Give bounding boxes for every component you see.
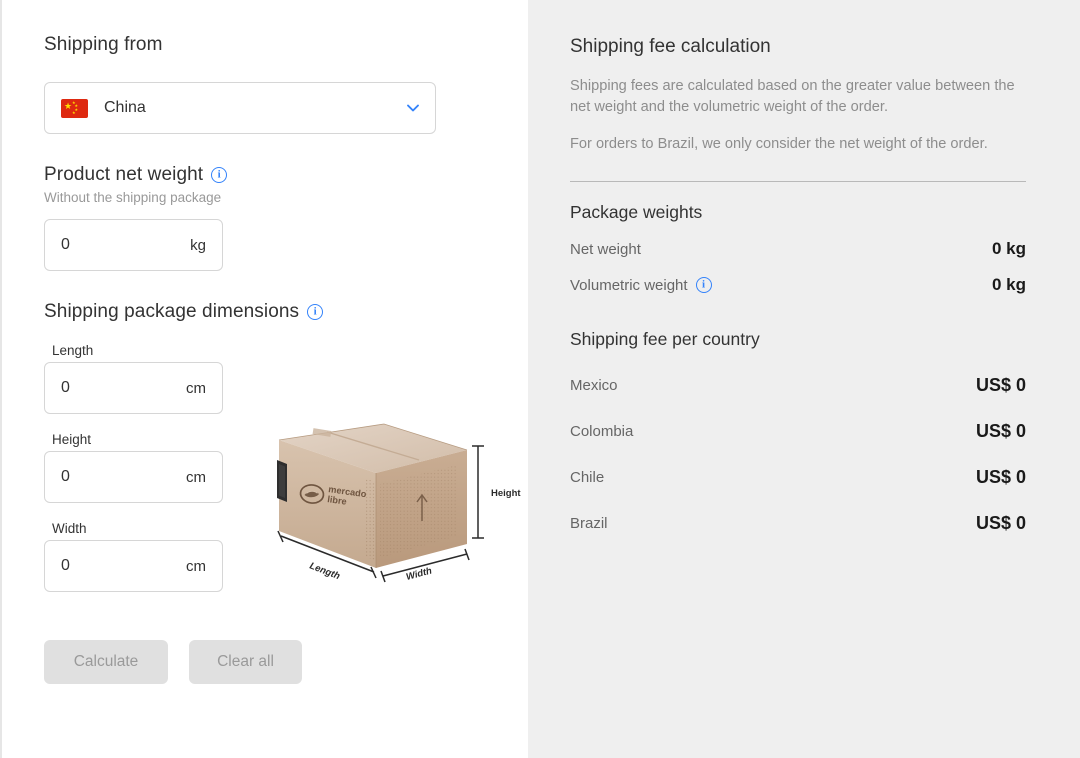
clear-all-button[interactable]: Clear all	[189, 640, 302, 684]
length-dimension-label: Length	[308, 561, 342, 583]
width-field[interactable]: cm	[44, 540, 223, 592]
net-weight-row-value: 0 kg	[991, 239, 1026, 259]
fee-country-label: Brazil	[570, 515, 608, 533]
fee-amount-value: US$ 0	[975, 467, 1026, 488]
volumetric-weight-info-icon[interactable]: i	[695, 277, 712, 294]
net-weight-info-icon[interactable]: i	[211, 167, 228, 183]
fee-country-label: Chile	[570, 469, 605, 487]
fee-country-label: Mexico	[570, 377, 618, 395]
net-weight-row: Net weight 0 kg	[570, 239, 1026, 259]
net-weight-field[interactable]: kg	[44, 219, 223, 271]
china-flag-icon: ★ ★ ★ ★ ★	[61, 98, 88, 118]
fee-row-chile: Chile US$ 0	[570, 467, 1026, 488]
form-actions: Calculate Clear all	[44, 640, 528, 684]
summary-paragraph-2: For orders to Brazil, we only consider t…	[570, 136, 988, 153]
summary-paragraph-1: Shipping fees are calculated based on th…	[570, 78, 1015, 116]
summary-divider	[570, 181, 1026, 183]
package-weights-title: Package weights	[570, 202, 703, 223]
length-input[interactable]	[61, 379, 180, 397]
chevron-down-icon[interactable]	[405, 100, 421, 116]
package-box-illustration: mercado libre Height Length Width	[267, 408, 522, 588]
width-input[interactable]	[61, 557, 180, 575]
net-weight-row-label: Net weight	[570, 240, 641, 258]
height-input[interactable]	[61, 468, 180, 486]
height-unit: cm	[186, 468, 206, 486]
product-net-weight-label: Product net weight	[44, 164, 204, 185]
product-net-weight-title: Product net weight i	[44, 164, 528, 186]
height-field[interactable]: cm	[44, 451, 223, 503]
volumetric-weight-text: Volumetric weight	[570, 276, 688, 294]
shipping-from-country-select[interactable]: ★ ★ ★ ★ ★ China	[44, 82, 436, 134]
length-unit: cm	[186, 379, 206, 397]
fee-country-label: Colombia	[570, 423, 634, 441]
shipping-from-title: Shipping from	[44, 34, 163, 55]
volumetric-weight-row-value: 0 kg	[991, 275, 1026, 295]
length-label: Length	[52, 343, 94, 358]
net-weight-unit: kg	[190, 236, 206, 254]
net-weight-subtext: Without the shipping package	[44, 190, 222, 205]
length-field[interactable]: cm	[44, 362, 223, 414]
calculator-form-pane: Shipping from ★ ★ ★ ★ ★ China Product ne…	[0, 0, 528, 758]
summary-title: Shipping fee calculation	[570, 36, 771, 57]
shipping-summary-pane: Shipping fee calculation Shipping fees a…	[528, 0, 1080, 758]
selected-country-label: China	[104, 99, 146, 116]
volumetric-weight-row: Volumetric weight i 0 kg	[570, 275, 1026, 295]
fee-row-brazil: Brazil US$ 0	[570, 513, 1026, 534]
fee-amount-value: US$ 0	[975, 513, 1026, 534]
dimensions-info-icon[interactable]: i	[307, 304, 324, 320]
fee-amount-value: US$ 0	[975, 421, 1026, 442]
shipping-calculator-page: Shipping from ★ ★ ★ ★ ★ China Product ne…	[0, 0, 1080, 758]
width-unit: cm	[186, 557, 206, 575]
package-dimensions-label: Shipping package dimensions	[44, 301, 300, 322]
height-dimension-label: Height	[491, 488, 521, 499]
package-dimensions-title: Shipping package dimensions i	[44, 301, 528, 323]
width-dimension-label: Width	[405, 565, 433, 582]
fee-row-mexico: Mexico US$ 0	[570, 375, 1026, 396]
calculate-button[interactable]: Calculate	[44, 640, 168, 684]
shipping-fee-per-country-title: Shipping fee per country	[570, 329, 760, 350]
fee-amount-value: US$ 0	[975, 375, 1026, 396]
fee-row-colombia: Colombia US$ 0	[570, 421, 1026, 442]
net-weight-input[interactable]	[61, 236, 185, 254]
volumetric-weight-row-label: Volumetric weight i	[570, 277, 992, 294]
